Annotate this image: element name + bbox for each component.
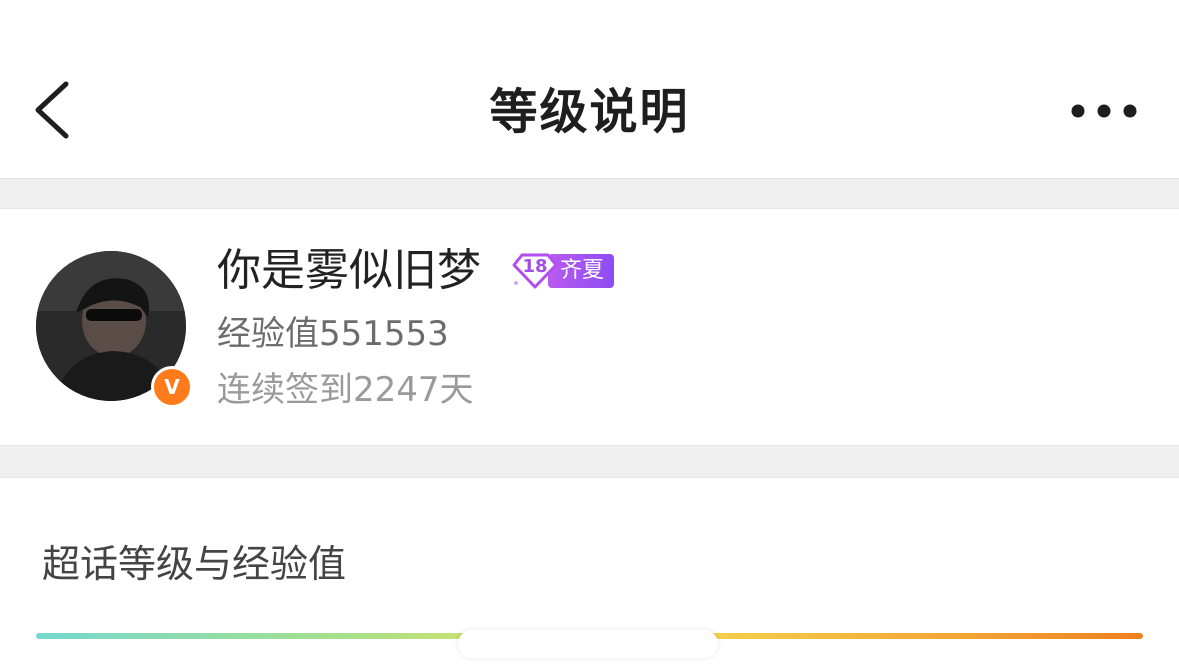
- page-title: 等级说明: [489, 84, 690, 140]
- section-divider: [0, 179, 1179, 209]
- diamond-icon: 18: [512, 253, 558, 289]
- profile-card: V 你是雾似旧梦 18 齐夏 经验值551553 连续签到2247天: [0, 209, 1179, 445]
- username: 你是雾似旧梦: [217, 245, 481, 296]
- section-heading: 超话等级与经验值: [42, 542, 347, 586]
- more-button[interactable]: [1064, 96, 1144, 126]
- more-dots-icon: [1071, 104, 1137, 118]
- checkin-streak: 连续签到2247天: [217, 370, 474, 410]
- verified-badge: V: [151, 366, 193, 408]
- level-description-page: 等级说明 V 你是雾似旧梦 18 齐夏 经验值551553 连续签到2247天 …: [0, 0, 1179, 670]
- level-number: 18: [522, 256, 548, 277]
- experience-value: 经验值551553: [217, 314, 449, 354]
- top-nav-bar: 等级说明: [0, 0, 1179, 179]
- progress-indicator: [458, 630, 718, 658]
- level-badge[interactable]: 18 齐夏: [512, 253, 615, 289]
- section-divider: [0, 445, 1179, 478]
